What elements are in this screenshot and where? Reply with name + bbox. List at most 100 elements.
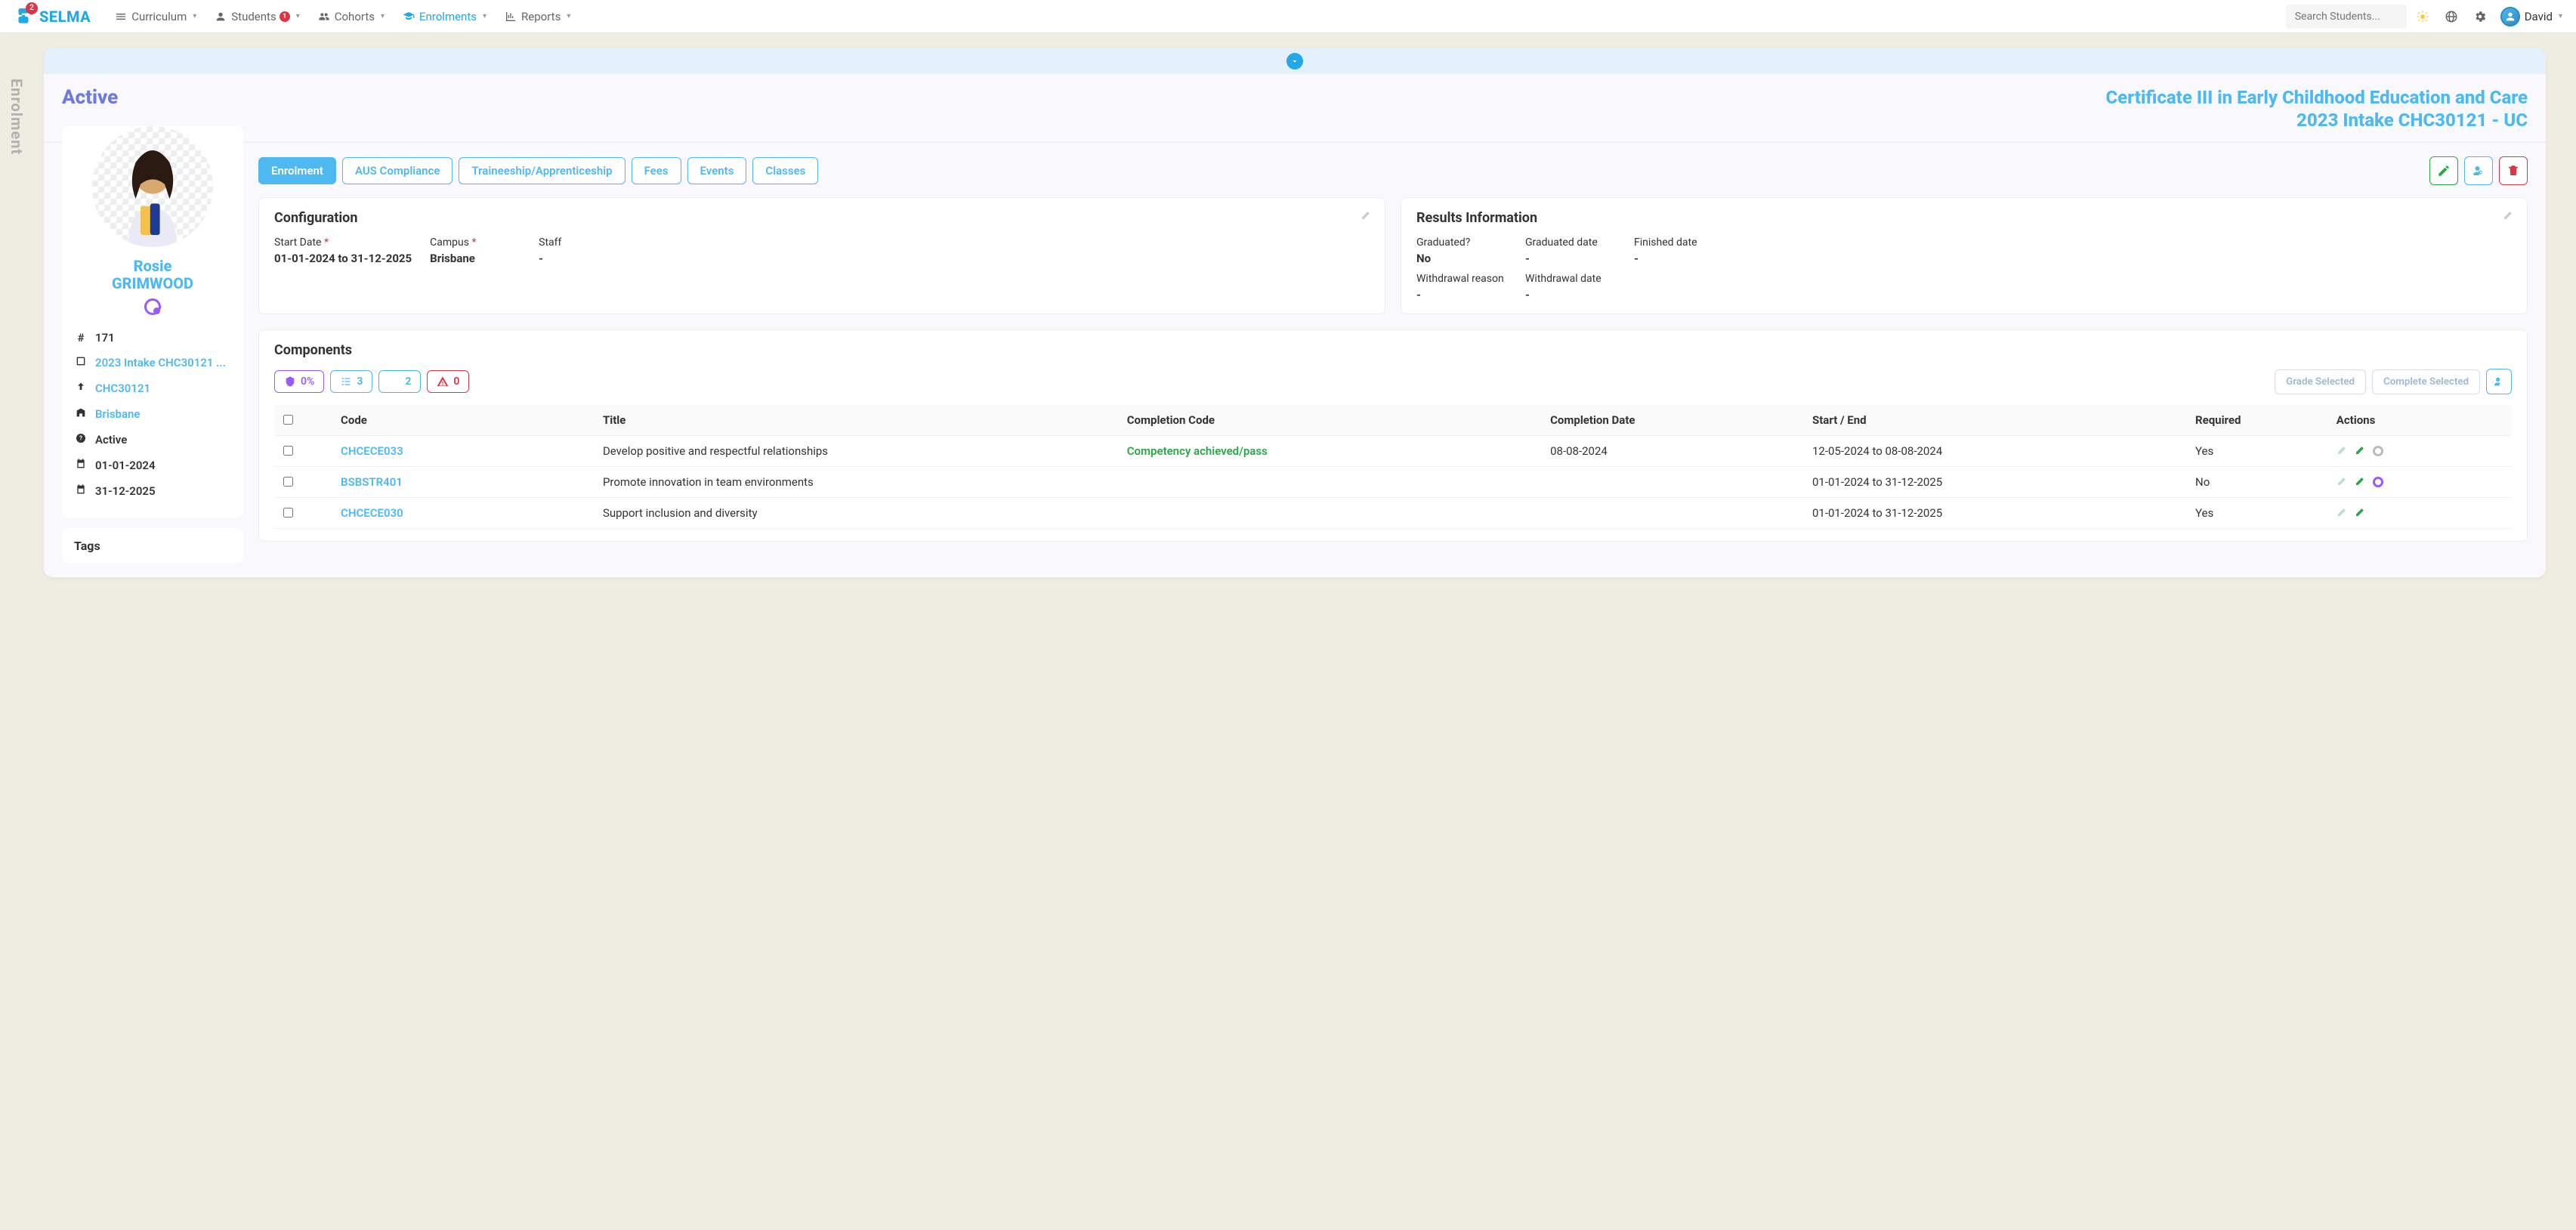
component-settings-button[interactable] (2486, 369, 2512, 394)
person-icon (215, 11, 227, 23)
edit-icon[interactable] (2355, 443, 2367, 459)
required: Yes (2189, 436, 2330, 467)
nav-cohorts[interactable]: Cohorts ▾ (310, 5, 392, 28)
components-table: Code Title Completion Code Completion Da… (274, 405, 2512, 529)
chip-count[interactable]: 3 (330, 370, 372, 393)
config-title: Configuration (274, 210, 1370, 226)
calendar-icon (74, 484, 88, 499)
chevron-down-icon: ▾ (2559, 12, 2562, 20)
course-title: Certificate III in Early Childhood Educa… (2105, 86, 2528, 131)
info-status: ? Active (74, 427, 231, 453)
row-checkbox[interactable] (283, 477, 293, 487)
row-title: Support inclusion and diversity (597, 498, 1121, 529)
chip-star[interactable]: 2 (378, 370, 421, 393)
user-name: David (2525, 10, 2553, 23)
student-name: Rosie GRIMWOOD (62, 258, 243, 292)
student-photo (92, 126, 213, 247)
collapse-button[interactable] (1286, 53, 1303, 70)
tab-traineeship[interactable]: Traineeship/Apprenticeship (459, 157, 625, 184)
student-badge (62, 298, 243, 315)
collapse-bar (44, 48, 2546, 74)
delete-button[interactable] (2499, 156, 2528, 185)
donut-icon (144, 298, 161, 315)
person-settings-button[interactable] (2464, 156, 2493, 185)
tags-card: Tags (62, 528, 243, 564)
row-checkbox[interactable] (283, 446, 293, 456)
tab-enrolment[interactable]: Enrolment (258, 157, 336, 184)
required: Yes (2189, 498, 2330, 529)
logo-icon: 2 (14, 7, 33, 26)
start-end: 01-01-2024 to 31-12-2025 (1806, 467, 2189, 498)
edit-disabled-icon (2337, 474, 2349, 490)
table-row: CHCECE033 Develop positive and respectfu… (274, 436, 2512, 467)
info-campus[interactable]: Brisbane (74, 401, 231, 427)
chevron-down-icon: ▾ (381, 12, 385, 20)
tab-aus-compliance[interactable]: AUS Compliance (342, 157, 453, 184)
tab-events[interactable]: Events (687, 157, 747, 184)
row-title: Develop positive and respectful relation… (597, 436, 1121, 467)
start-end: 01-01-2024 to 31-12-2025 (1806, 498, 2189, 529)
completion-date: 08-08-2024 (1544, 436, 1806, 467)
chevron-down-icon: ▾ (483, 12, 486, 20)
edit-icon[interactable] (2355, 505, 2367, 521)
chip-percent[interactable]: 0% (274, 370, 324, 393)
row-title: Promote innovation in team environments (597, 467, 1121, 498)
grade-selected-button[interactable]: Grade Selected (2275, 369, 2366, 394)
main-card: Active Certificate III in Early Childhoo… (44, 48, 2546, 577)
nav-reports[interactable]: Reports ▾ (497, 5, 578, 28)
edit-disabled-icon (2337, 443, 2349, 459)
tab-classes[interactable]: Classes (752, 157, 818, 184)
info-end: 31-12-2025 (74, 478, 231, 504)
results-panel: Results Information Graduated? No Gradua… (1401, 197, 2528, 314)
nav-curriculum[interactable]: Curriculum ▾ (107, 5, 204, 28)
table-row: BSBSTR401 Promote innovation in team env… (274, 467, 2512, 498)
tags-title: Tags (74, 539, 231, 553)
students-badge: 1 (280, 11, 290, 22)
globe-icon[interactable] (2439, 4, 2464, 29)
info-code[interactable]: CHC30121 (74, 375, 231, 401)
row-checkbox[interactable] (283, 508, 293, 518)
chevron-down-icon: ▾ (193, 12, 196, 20)
completion-date (1544, 467, 1806, 498)
chevron-down-icon: ▾ (567, 12, 570, 20)
code-link[interactable]: BSBSTR401 (341, 475, 403, 489)
book-icon (74, 355, 88, 370)
config-campus: Brisbane (430, 252, 520, 265)
gear-icon[interactable] (2467, 4, 2493, 29)
config-panel: Configuration Start Date * 01-01-2024 to… (258, 197, 1385, 314)
info-intake[interactable]: 2023 Intake CHC30121 ... (74, 350, 231, 375)
avatar (2500, 7, 2520, 26)
complete-selected-button[interactable]: Complete Selected (2372, 369, 2480, 394)
logo[interactable]: 2 SELMA (14, 7, 91, 26)
required: No (2189, 467, 2330, 498)
code-link[interactable]: CHCECE033 (341, 444, 403, 458)
calendar-icon (74, 458, 88, 473)
brand-text: SELMA (39, 8, 91, 26)
grad-cap-icon (403, 11, 415, 23)
enrolment-status: Active (62, 86, 118, 109)
user-menu[interactable]: David ▾ (2500, 7, 2562, 26)
building-icon (74, 406, 88, 422)
pencil-icon[interactable] (1361, 209, 1373, 224)
menu-icon (115, 11, 127, 23)
pencil-icon[interactable] (2503, 209, 2515, 224)
nav-enrolments[interactable]: Enrolments ▾ (395, 5, 494, 28)
svg-text:?: ? (79, 435, 82, 442)
completion-code: Competency achieved/pass (1127, 444, 1268, 458)
start-end: 12-05-2024 to 08-08-2024 (1806, 436, 2189, 467)
top-nav: 2 SELMA Curriculum ▾ Students 1 ▾ Cohort… (0, 0, 2576, 33)
search-input[interactable] (2286, 5, 2407, 29)
code-link[interactable]: CHCECE030 (341, 506, 403, 520)
table-row: CHCECE030 Support inclusion and diversit… (274, 498, 2512, 529)
theme-toggle[interactable] (2410, 4, 2435, 29)
tab-fees[interactable]: Fees (632, 157, 681, 184)
select-all-checkbox[interactable] (283, 415, 293, 425)
edit-enrolment-button[interactable] (2429, 156, 2458, 185)
chart-icon (505, 11, 517, 23)
chevron-down-icon: ▾ (296, 12, 300, 20)
side-label: Enrolment (8, 79, 26, 155)
nav-students[interactable]: Students 1 ▾ (207, 5, 307, 28)
edit-icon[interactable] (2355, 474, 2367, 490)
donut-icon (2373, 446, 2383, 456)
chip-warn[interactable]: 0 (427, 370, 469, 393)
